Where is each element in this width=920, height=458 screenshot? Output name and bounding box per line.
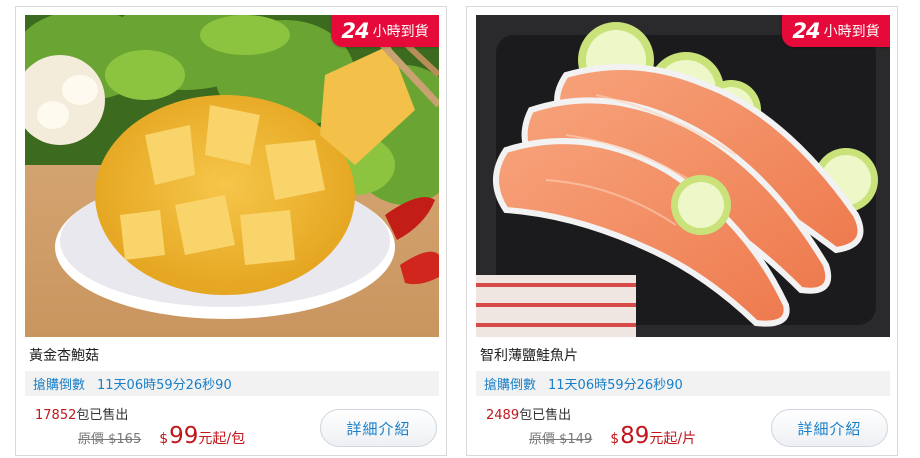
currency-symbol: $ bbox=[610, 431, 620, 447]
badge-number: 24 bbox=[341, 19, 369, 43]
countdown-timer: 11天06時59分26秒90 bbox=[548, 378, 683, 393]
price-row: 原價 $165 $99元起/包 bbox=[78, 423, 245, 449]
price-unit: 元起/包 bbox=[198, 431, 246, 447]
currency-symbol: $ bbox=[159, 431, 169, 447]
sold-count: 2489包已售出 bbox=[486, 404, 571, 423]
price-unit: 元起/片 bbox=[649, 431, 697, 447]
countdown-timer: 11天06時59分26秒90 bbox=[97, 378, 232, 393]
badge-number: 24 bbox=[792, 19, 820, 43]
product-name[interactable]: 黃金杏鮑菇 bbox=[29, 345, 99, 365]
countdown-label: 搶購倒數 bbox=[33, 378, 86, 393]
product-card[interactable]: 24 小時到貨 黃金杏鮑菇 搶購倒數 11天06時59分26秒90 17852包… bbox=[15, 6, 447, 456]
detail-button[interactable]: 詳細介紹 bbox=[771, 409, 888, 447]
salmon-photo bbox=[476, 15, 890, 337]
sold-count: 17852包已售出 bbox=[35, 404, 128, 423]
sale-price: $89元起/片 bbox=[610, 423, 696, 449]
sold-number: 17852 bbox=[35, 408, 77, 423]
product-name[interactable]: 智利薄鹽鮭魚片 bbox=[480, 345, 578, 365]
mushroom-photo bbox=[25, 15, 439, 337]
price-amount: 89 bbox=[620, 423, 650, 449]
sold-suffix: 包已售出 bbox=[519, 408, 572, 423]
product-card[interactable]: 24 小時到貨 智利薄鹽鮭魚片 搶購倒數 11天06時59分26秒90 2489… bbox=[466, 6, 898, 456]
original-price: 原價 $165 bbox=[78, 432, 142, 447]
product-image-mushroom[interactable]: 24 小時到貨 bbox=[25, 15, 439, 337]
countdown-label: 搶購倒數 bbox=[484, 378, 537, 393]
price-row: 原價 $149 $89元起/片 bbox=[529, 423, 696, 449]
sold-number: 2489 bbox=[486, 408, 520, 423]
price-amount: 99 bbox=[169, 423, 199, 449]
original-price: 原價 $149 bbox=[529, 432, 593, 447]
delivery-badge: 24 小時到貨 bbox=[331, 15, 439, 47]
delivery-badge: 24 小時到貨 bbox=[782, 15, 890, 47]
sold-suffix: 包已售出 bbox=[76, 408, 129, 423]
badge-text: 小時到貨 bbox=[823, 24, 880, 40]
badge-text: 小時到貨 bbox=[372, 24, 429, 40]
countdown-bar: 搶購倒數 11天06時59分26秒90 bbox=[25, 371, 439, 396]
product-image-salmon[interactable]: 24 小時到貨 bbox=[476, 15, 890, 337]
detail-button[interactable]: 詳細介紹 bbox=[320, 409, 437, 447]
countdown-bar: 搶購倒數 11天06時59分26秒90 bbox=[476, 371, 890, 396]
sale-price: $99元起/包 bbox=[159, 423, 245, 449]
